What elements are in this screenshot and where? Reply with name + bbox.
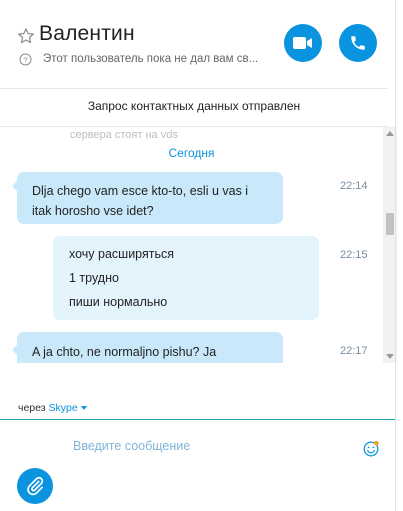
message-time: 22:17 <box>340 345 368 357</box>
bubble-tail <box>12 344 18 356</box>
previous-message-fragment: сервера стоят на vds <box>70 129 178 141</box>
scroll-up-arrow-icon[interactable] <box>386 131 394 136</box>
bubble-tail <box>12 180 18 192</box>
message-bubble-outgoing[interactable]: хочу расширяться 1 трудно пиши нормально <box>53 236 319 320</box>
message-text: A ja chto, ne normaljno pishu? Ja <box>32 345 217 359</box>
message-bubble-incoming[interactable]: Dlja chego vam esce kto-to, esli u vas i… <box>12 172 283 224</box>
svg-text:?: ? <box>23 55 27 64</box>
conversation-header: Валентин ? Этот пользователь пока не дал… <box>0 0 403 88</box>
header-divider <box>0 88 388 89</box>
info-icon: ? <box>19 53 32 66</box>
date-separator: Сегодня <box>168 146 215 160</box>
message-bubble-incoming[interactable]: A ja chto, ne normaljno pishu? Ja <box>12 332 283 363</box>
scroll-down-arrow-icon[interactable] <box>386 354 394 359</box>
emoji-icon[interactable] <box>362 440 380 458</box>
phone-icon <box>351 36 365 50</box>
contact-request-notice: Запрос контактных данных отправлен <box>87 99 301 113</box>
contact-name[interactable]: Валентин <box>39 22 135 46</box>
audio-call-button[interactable] <box>339 24 377 62</box>
video-call-button[interactable] <box>284 24 322 62</box>
attach-button[interactable] <box>17 468 53 504</box>
message-line: 1 трудно <box>69 271 119 285</box>
video-camera-icon <box>293 37 312 49</box>
message-time: 22:15 <box>340 249 368 261</box>
compose-divider <box>0 419 395 420</box>
paperclip-icon <box>27 476 44 496</box>
message-input[interactable]: Введите сообщение <box>73 439 190 453</box>
contact-status: Этот пользователь пока не дал вам св... <box>43 53 259 65</box>
message-time: 22:14 <box>340 180 368 192</box>
send-via-service[interactable]: Skype <box>49 402 78 414</box>
message-line: пиши нормально <box>69 295 168 309</box>
scroll-thumb[interactable] <box>386 213 394 235</box>
message-line: хочу расширяться <box>69 247 175 261</box>
send-via-prefix: через <box>18 402 46 414</box>
message-text: Dlja chego vam esce kto-to, esli u vas i… <box>32 184 249 218</box>
message-history[interactable]: сервера стоят на vds Сегодня Dlja chego … <box>0 127 383 363</box>
chevron-down-icon[interactable] <box>80 406 87 411</box>
send-via-selector[interactable]: через Skype <box>18 402 87 414</box>
window-edge <box>395 0 396 511</box>
star-icon[interactable] <box>17 27 35 45</box>
